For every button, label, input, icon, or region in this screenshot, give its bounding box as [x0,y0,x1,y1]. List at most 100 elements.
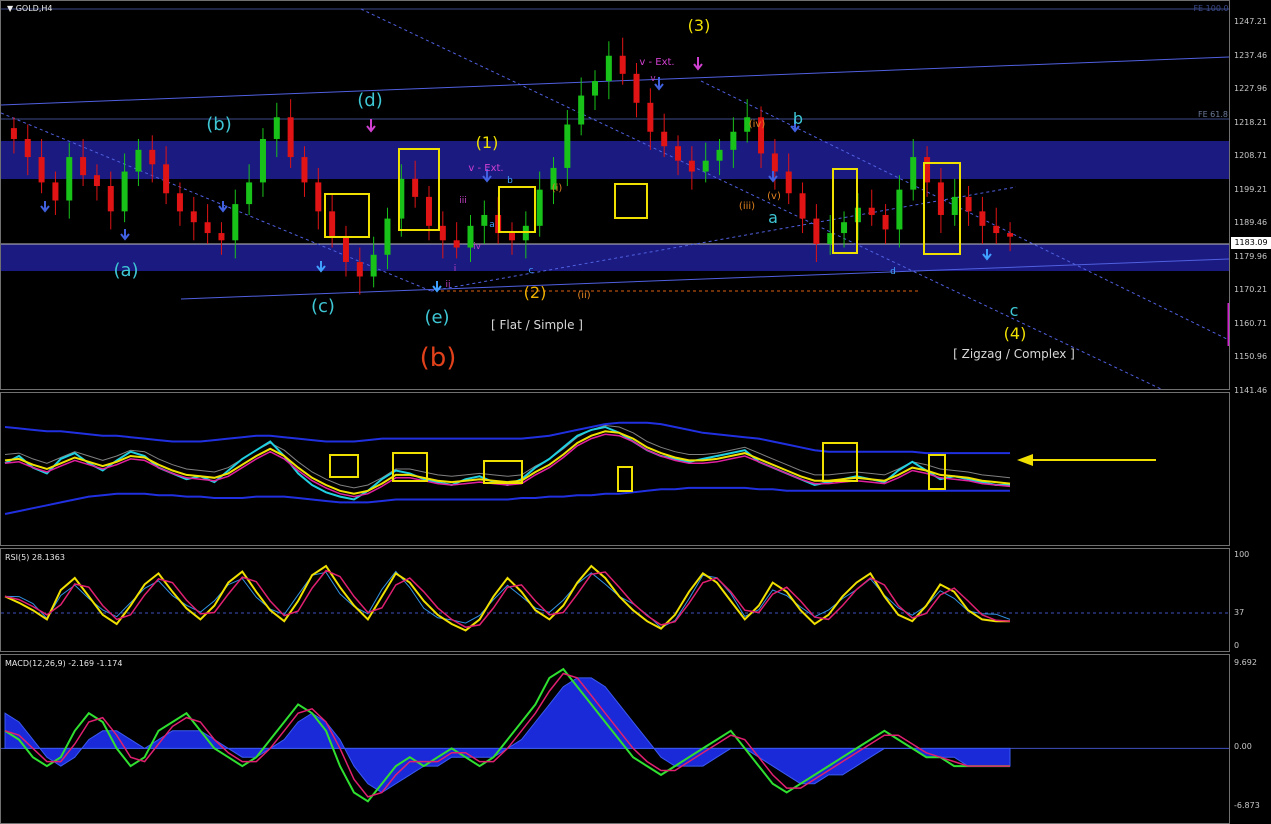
oscillator-lower-band [4,486,1010,515]
wave-label: (iv) [749,119,766,130]
candle-body [813,218,820,244]
wave-label: (i) [552,183,563,194]
falling-trend-line-2 [700,80,1229,341]
support-band [1,244,1229,271]
candle-body [896,189,903,230]
price-tick: 1141.46 [1234,385,1268,395]
wave-label: v - Ext. [468,163,503,174]
candle-body [716,149,723,161]
wave-label: iv [473,242,482,252]
candle-body [66,157,73,201]
candle-body [356,262,363,277]
main-price-pane[interactable]: (a) (b) (c) (d) (e) (b) (1) (2) (3) (4) a b c v - Ext… [0,0,1230,390]
oscillator-pane[interactable] [0,392,1230,546]
wave-label: (2) [524,283,547,302]
wave-label: (v) [767,191,781,202]
arrow-up-icon [120,229,130,241]
candle-body [80,157,87,176]
macd-tick: -6.873 [1234,801,1260,810]
candle-body [841,222,848,234]
candle-body [661,131,668,147]
price-tick: 1227.96 [1234,84,1268,93]
oscillator-chart[interactable] [1,393,1229,545]
symbol-title: ▼ GOLD,H4 [7,4,52,13]
rsi-yellow-line [4,564,1010,632]
wave-label: d [890,267,896,277]
candle-body [993,225,1000,234]
candle-body [287,117,294,158]
price-tick: 1179.96 [1234,251,1268,261]
resistance-band [1,141,1229,179]
candle-body [52,182,59,201]
oscillator-magenta-line [4,433,1011,498]
macd-tick: 9.692 [1234,658,1257,667]
highlight-box [832,168,858,254]
candle-body [384,218,391,255]
macd-pane[interactable]: MACD(12,26,9) -2.169 -1.174 [0,654,1230,824]
wave-label: v [650,74,656,84]
candle-body [107,186,114,212]
candle-body [605,55,612,82]
candle-body [937,182,944,215]
candle-body [592,81,599,96]
macd-chart[interactable] [1,655,1229,823]
wave-label: a [489,220,495,230]
wave-label: b [793,109,803,128]
pointer-arrow-icon [1017,454,1033,466]
candle-body [163,164,170,194]
triangle-down-icon[interactable]: ▼ [7,4,13,13]
candle-body [273,117,280,139]
wave-label: (a) [113,260,138,281]
macd-axis [1230,654,1271,824]
candle-body [24,138,31,158]
candle-body [910,157,917,190]
wave-label: (4) [1004,324,1027,343]
rsi-chart[interactable] [1,549,1229,651]
candle-body [785,171,792,194]
wave-label: (1) [476,133,499,152]
candle-body [675,146,682,161]
candle-body [965,196,972,212]
candle-body [342,236,349,263]
price-tick: 1189.46 [1234,218,1268,227]
highlight-box [614,183,648,219]
arrow-down-icon [366,119,376,133]
note-zigzag-complex: [ Zigzag / Complex ] [953,347,1075,361]
candle-body [564,124,571,168]
wave-label: iii [459,196,467,206]
wave-label: (b) [420,343,457,373]
highlight-box [329,454,359,478]
candle-body [799,193,806,219]
candle-body [882,214,889,230]
rsi-tick: 100 [1234,550,1250,559]
candle-body [439,225,446,241]
wave-label: ii [445,280,450,290]
wave-channel-line [430,186,1017,292]
wave-label: (3) [688,16,711,35]
price-tick: 1208.71 [1234,151,1268,160]
candle-body [10,128,17,139]
rsi-pane[interactable]: RSI(5) 28.1363 [0,548,1230,652]
wave-label: v - Ext. [639,57,674,68]
oscillator-axis [1230,392,1271,546]
candle-body [702,160,709,172]
rsi-tick: 37 [1234,608,1245,617]
price-tick: 1218.21 [1234,117,1268,127]
macd-tick: 0.00 [1234,742,1252,751]
price-tick: 1237.46 [1234,50,1268,60]
rsi-axis [1230,548,1271,652]
candle-body [149,149,156,165]
current-price-tag: 1183.09 [1231,237,1271,249]
symbol-label: GOLD,H4 [15,4,53,13]
macd-green-line [4,667,1010,803]
macd-label: MACD(12,26,9) -2.169 -1.174 [5,659,123,668]
candle-body [259,138,266,183]
candle-body [190,211,197,223]
candle-body [135,149,142,172]
wave-label: (ii) [577,290,590,301]
rsi-tick: 0 [1234,641,1240,650]
oscillator-upper-band [4,421,1010,455]
highlight-box [498,186,536,233]
price-chart[interactable]: (a) (b) (c) (d) (e) (b) (1) (2) (3) (4) a b c v - Ext… [1,1,1229,389]
candle-body [688,160,695,172]
